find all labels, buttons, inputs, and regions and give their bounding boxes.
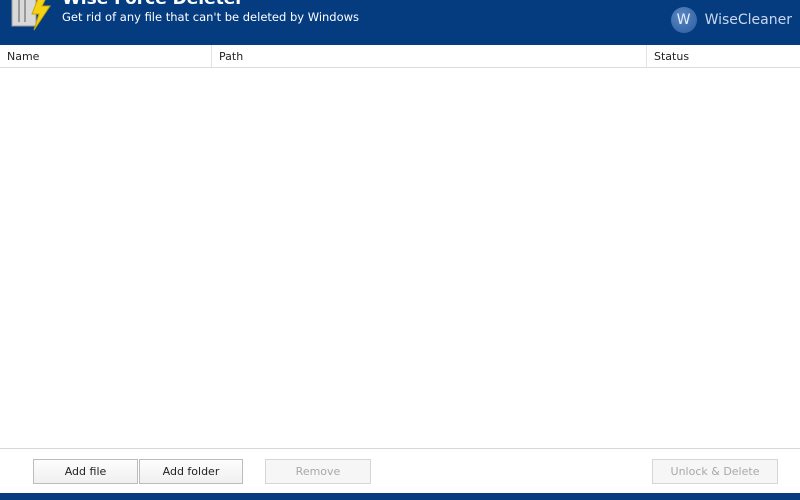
unlock-delete-button[interactable]: Unlock & Delete [652,459,778,484]
trash-lightning-icon [11,0,51,31]
column-status[interactable]: Status [647,45,800,67]
add-file-button[interactable]: Add file [33,459,138,484]
footer-bar [0,493,800,500]
app-subtitle: Get rid of any file that can't be delete… [62,10,360,24]
remove-button[interactable]: Remove [265,459,371,484]
app-header: Wise Force Deleter Get rid of any file t… [0,0,800,45]
wisecleaner-brand[interactable]: W WiseCleaner [670,7,792,33]
column-path[interactable]: Path [212,45,647,67]
wisecleaner-logo-icon: W [670,7,697,33]
brand-name: WiseCleaner [704,12,792,28]
column-name[interactable]: Name [0,45,212,67]
file-list-header: Name Path Status [0,45,800,68]
add-folder-button[interactable]: Add folder [139,459,243,484]
action-bar: Add file Add folder Remove Unlock & Dele… [0,448,800,493]
file-list[interactable] [0,68,800,448]
app-title: Wise Force Deleter [62,0,244,9]
